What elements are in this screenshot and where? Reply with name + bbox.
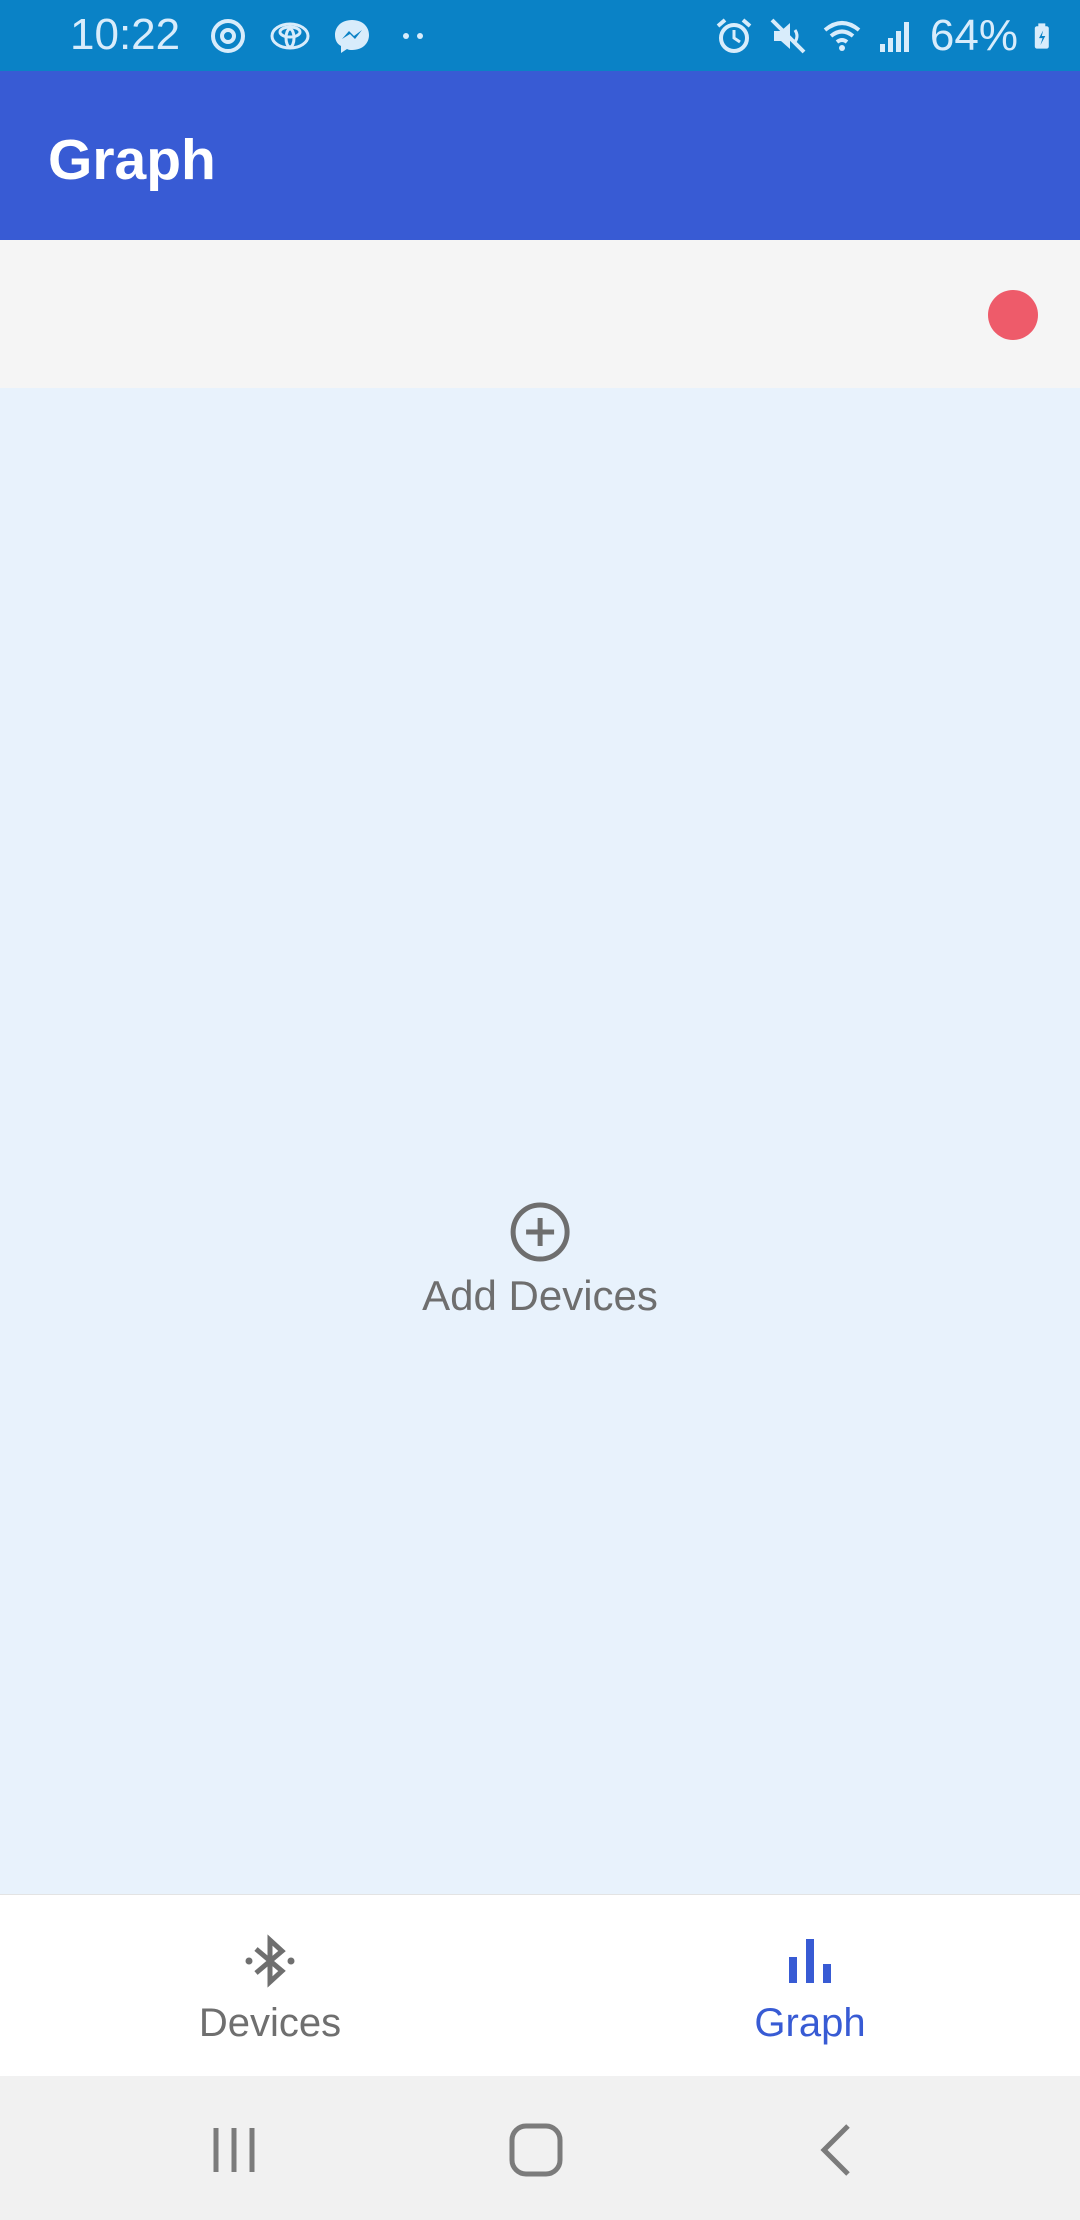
system-nav-bar [0, 2076, 1080, 2220]
alarm-icon [716, 18, 752, 53]
battery-icon [1034, 23, 1049, 49]
toyota-icon [270, 22, 310, 50]
messenger-icon [335, 20, 369, 53]
status-right: 64% [714, 10, 1060, 62]
bluetooth-icon [245, 1934, 295, 1988]
nav-label-devices: Devices [198, 2001, 342, 2045]
page-title: Graph [48, 128, 216, 192]
more-dots-icon [403, 33, 423, 39]
battery-percent: 64% [929, 11, 1018, 60]
add-devices-button[interactable]: Add Devices [422, 1200, 658, 1322]
toolbar-strip [0, 240, 1080, 388]
add-devices-label: Add Devices [422, 1272, 658, 1319]
home-icon[interactable] [506, 2120, 566, 2180]
add-circle-icon [510, 1202, 570, 1262]
record-dot-icon[interactable] [988, 290, 1038, 340]
wifi-icon [823, 21, 861, 51]
nav-item-graph[interactable]: Graph [540, 1895, 1080, 2077]
status-left-icons [208, 14, 434, 58]
back-icon[interactable] [808, 2120, 868, 2180]
bottom-nav: Devices Graph [0, 1894, 1080, 2077]
bar-chart-icon [789, 1939, 831, 1983]
nav-label-graph: Graph [754, 2001, 866, 2045]
status-time: 10:22 [70, 10, 181, 59]
graph-area: Add Devices [0, 388, 1080, 1894]
signal-icon [879, 22, 909, 52]
nav-item-devices[interactable]: Devices [0, 1895, 540, 2077]
sync-icon [211, 19, 245, 53]
recent-apps-icon[interactable] [204, 2120, 264, 2180]
app-bar: Graph [0, 71, 1080, 240]
status-bar: 10:22 64% [0, 0, 1080, 71]
mute-icon [770, 18, 806, 54]
